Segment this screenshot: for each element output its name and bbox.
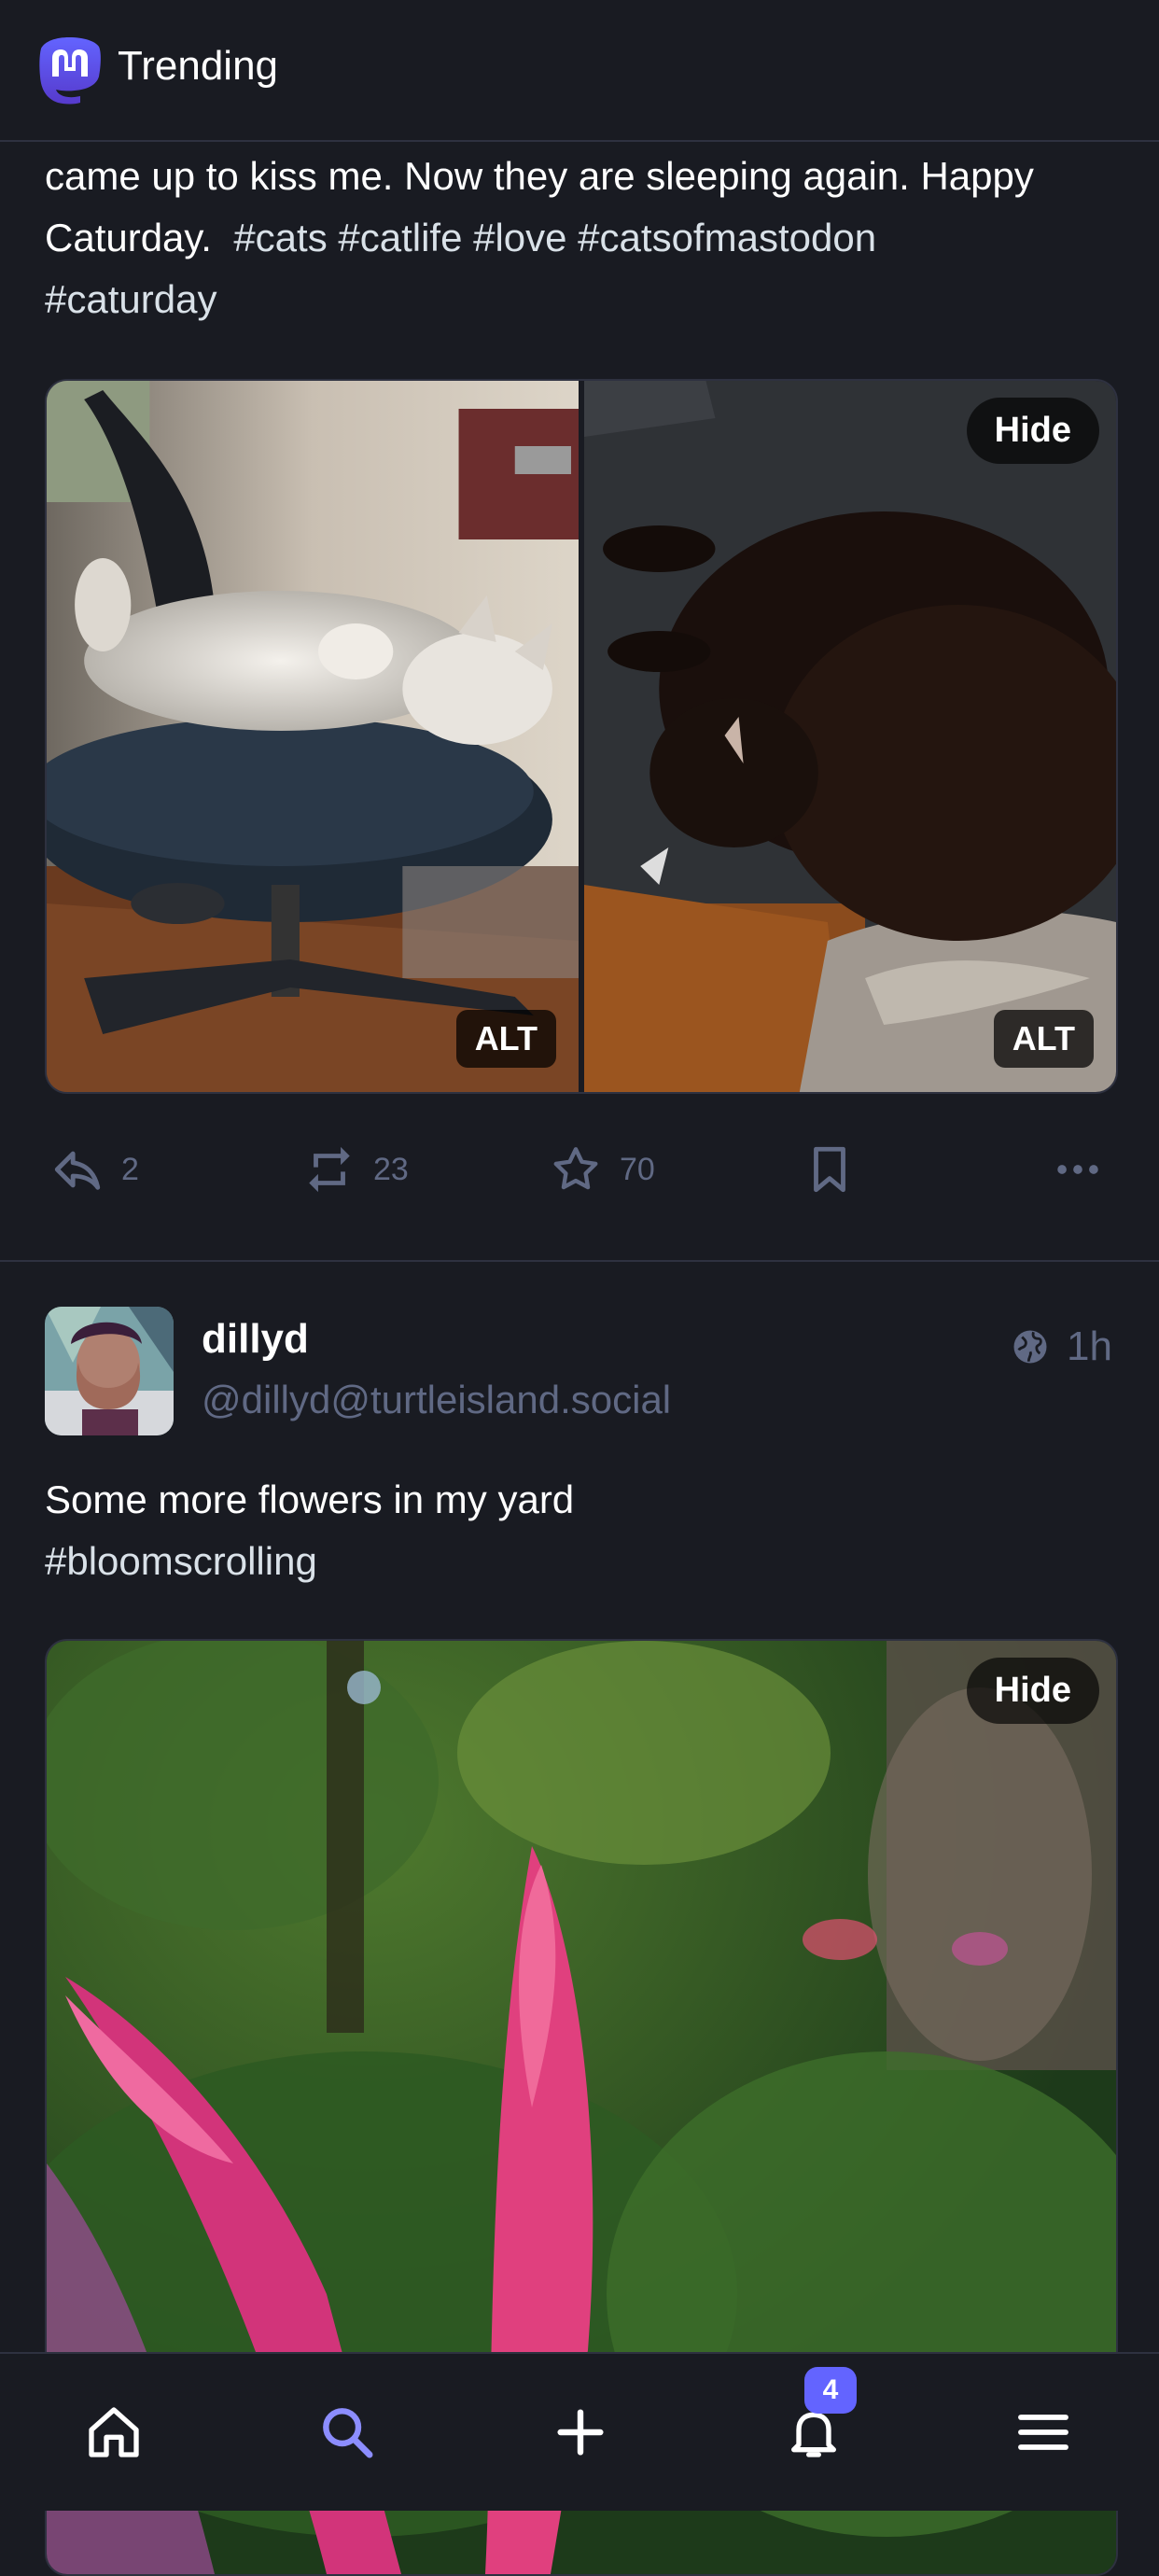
mastodon-logo-icon[interactable] [37,35,103,105]
hashtag-link[interactable]: #bloomscrolling [45,1531,1118,1592]
nav-menu[interactable] [1006,2395,1081,2470]
compose-icon [557,2409,604,2456]
post-meta[interactable]: 1h [1011,1323,1112,1370]
nav-compose[interactable] [543,2395,618,2470]
nav-home[interactable] [77,2395,151,2470]
home-icon [89,2407,139,2457]
more-icon [1057,1165,1098,1174]
media-image[interactable]: ALT [47,381,579,1092]
reply-button[interactable]: 2 [50,1137,139,1202]
display-name[interactable]: dillyd [202,1316,309,1363]
media-image[interactable]: Hide ALT [584,381,1116,1092]
search-icon [323,2408,373,2458]
favourite-button[interactable]: 70 [549,1137,655,1202]
page-title: Trending [118,43,279,89]
post-content: came up to kiss me. Now they are sleepin… [45,146,1118,330]
post-text: Caturday. [45,216,223,259]
hashtag-links[interactable]: #cats #catlife #love #catsofmastodon [233,216,876,259]
alt-text-button[interactable]: ALT [455,1010,556,1068]
menu-icon [1018,2415,1068,2450]
bottom-navigation [0,2352,1159,2511]
hashtag-link[interactable]: #caturday [45,269,1118,330]
boost-count: 23 [373,1151,409,1187]
avatar-image [45,1307,174,1435]
alt-text-button[interactable]: ALT [993,1010,1094,1068]
notification-badge: 4 [804,2367,857,2414]
globe-icon [1013,1330,1047,1364]
post-content: Some more flowers in my yard #bloomscrol… [45,1469,1118,1592]
bookmark-icon [814,1146,845,1193]
account-handle[interactable]: @dillyd@turtleisland.social [202,1378,671,1422]
post-time: 1h [1067,1323,1112,1369]
top-bar: Trending [0,0,1159,142]
avatar[interactable] [45,1307,174,1435]
more-options-button[interactable] [1051,1137,1105,1202]
white-cat-image [47,381,579,1092]
post-divider [0,1260,1159,1262]
hide-media-button[interactable]: Hide [966,1658,1099,1724]
star-icon [553,1147,598,1190]
bookmark-button[interactable] [803,1137,857,1202]
black-cat-image [584,381,1116,1092]
post-actions: 2 23 70 [45,1137,1114,1202]
post-text-line: came up to kiss me. Now they are sleepin… [45,154,1034,198]
hide-media-button[interactable]: Hide [966,398,1099,464]
media-gallery: ALT Hide ALT [45,379,1118,1094]
favourite-count: 70 [620,1151,655,1187]
boost-icon [309,1146,350,1193]
post-text-line: Caturday. #cats #catlife #love #catsofma… [45,207,1118,269]
post-text-line: Some more flowers in my yard [45,1477,575,1521]
nav-search[interactable] [310,2395,384,2470]
reply-count: 2 [121,1151,139,1187]
boost-button[interactable]: 23 [302,1137,409,1202]
reply-icon [54,1151,101,1190]
